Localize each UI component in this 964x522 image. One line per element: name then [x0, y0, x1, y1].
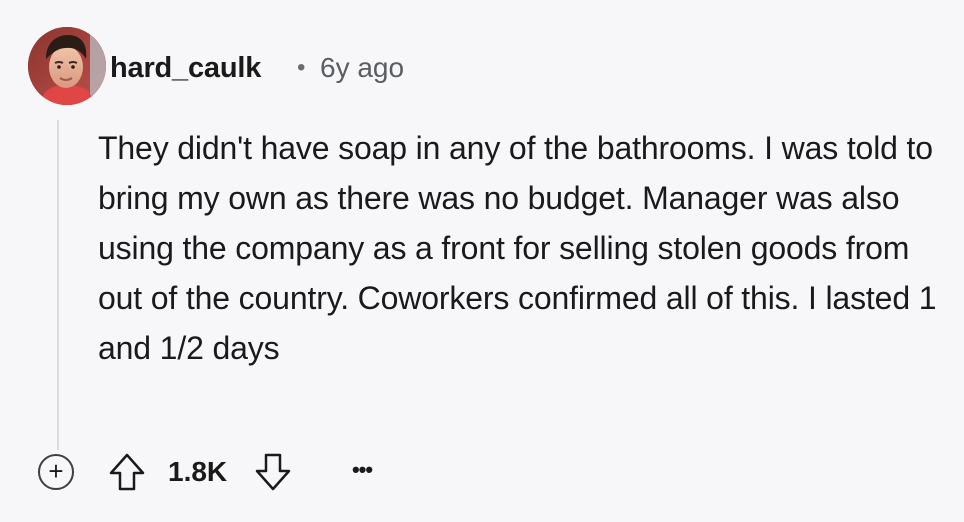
comment-actions: + 1.8K ••• [0, 446, 964, 498]
comment: hard_caulk • 6y ago They didn't have soa… [0, 0, 964, 522]
more-options-button[interactable]: ••• [344, 452, 380, 488]
comment-timestamp[interactable]: 6y ago [320, 49, 404, 87]
comment-author[interactable]: hard_caulk [110, 49, 261, 87]
upvote-arrow-icon [109, 453, 145, 491]
upvote-button[interactable] [108, 452, 146, 492]
user-avatar-photo-icon [28, 27, 106, 105]
comment-body: They didn't have soap in any of the bath… [98, 130, 937, 366]
plus-circle-icon: + [48, 456, 64, 486]
ellipsis-icon: ••• [351, 457, 373, 482]
vote-score: 1.8K [168, 456, 228, 487]
thread-line[interactable] [57, 120, 59, 450]
downvote-arrow-icon [255, 453, 291, 491]
expand-thread-button[interactable]: + [38, 454, 74, 490]
avatar[interactable] [28, 27, 106, 105]
meta-separator: • [297, 54, 306, 81]
downvote-button[interactable] [254, 452, 292, 492]
